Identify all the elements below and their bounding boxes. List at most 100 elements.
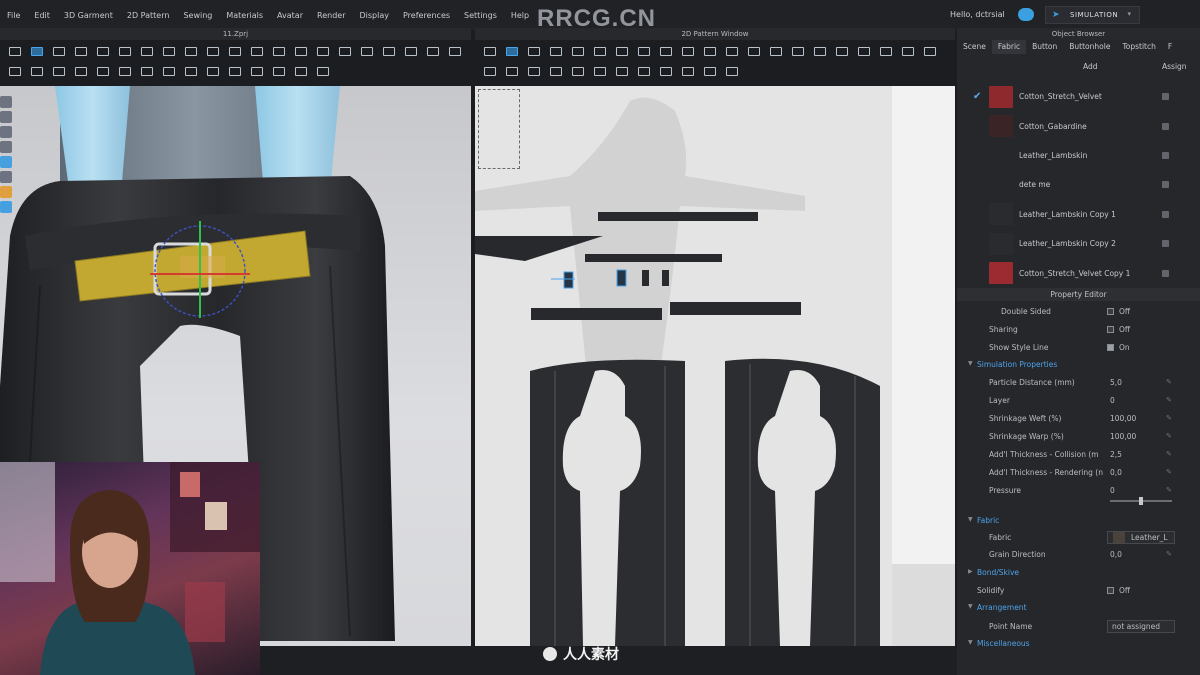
tool-2d-graphic-icon[interactable]: [655, 62, 677, 80]
double-sided-checkbox[interactable]: [1107, 308, 1114, 315]
shrinkage-weft-input[interactable]: 100,00: [1110, 414, 1136, 423]
tool-camera-icon[interactable]: [246, 62, 268, 80]
tool-transform-icon[interactable]: [26, 42, 48, 60]
tool-2d-offset-icon[interactable]: [479, 62, 501, 80]
menu-materials[interactable]: Materials: [219, 11, 270, 20]
tool-trim-icon[interactable]: [422, 42, 444, 60]
tool-2d-trace-icon[interactable]: [677, 42, 699, 60]
fabric-menu-icon[interactable]: [1162, 93, 1169, 101]
tool-2d-text-icon[interactable]: [765, 42, 787, 60]
tool-pen-icon[interactable]: [202, 42, 224, 60]
tool-bond-icon[interactable]: [136, 62, 158, 80]
tool-move-icon[interactable]: [48, 42, 70, 60]
tool-2d-annotation-icon[interactable]: [787, 42, 809, 60]
tab-button[interactable]: Button: [1026, 40, 1063, 54]
tool-2d-rectangle-icon[interactable]: [567, 42, 589, 60]
fabric-menu-icon[interactable]: [1162, 240, 1169, 248]
tool-2d-dart-icon[interactable]: [633, 42, 655, 60]
pattern-mini-toolbar[interactable]: [478, 89, 520, 169]
menu-2d-pattern[interactable]: 2D Pattern: [120, 11, 177, 20]
side-display-icon[interactable]: [0, 96, 12, 108]
simulation-dropdown[interactable]: ➤ SIMULATION ▾: [1045, 6, 1140, 24]
tool-2d-transform-icon[interactable]: [523, 42, 545, 60]
tool-2d-cut-icon[interactable]: [699, 42, 721, 60]
side-measure-icon[interactable]: [0, 141, 12, 153]
menu-render[interactable]: Render: [310, 11, 352, 20]
tool-2d-sew-icon[interactable]: [721, 42, 743, 60]
tool-elastic-icon[interactable]: [114, 62, 136, 80]
tool-sew-icon[interactable]: [70, 62, 92, 80]
fabric-item[interactable]: dete me: [957, 170, 1200, 199]
menu-settings[interactable]: Settings: [457, 11, 504, 20]
tool-2d-fill-icon[interactable]: [831, 42, 853, 60]
pencil-icon[interactable]: ✎: [1166, 396, 1172, 404]
tool-stitch-icon[interactable]: [312, 42, 334, 60]
side-view-icon[interactable]: [0, 111, 12, 123]
tool-2d-unfold-icon[interactable]: [545, 62, 567, 80]
tab-buttonhole[interactable]: Buttonhole: [1063, 40, 1116, 54]
section-bond-skive[interactable]: ▶ Bond/Skive: [957, 565, 1200, 581]
section-arrangement[interactable]: ▼ Arrangement: [957, 600, 1200, 616]
fabric-item[interactable]: Leather_Lambskin Copy 1: [957, 200, 1200, 229]
tool-2d-button-icon[interactable]: [633, 62, 655, 80]
tool-more-icon[interactable]: [312, 62, 334, 80]
user-greeting[interactable]: Hello, dctrsial: [950, 10, 1005, 19]
fabric-menu-icon[interactable]: [1162, 269, 1169, 277]
tool-2d-fold-icon[interactable]: [501, 62, 523, 80]
tool-brush-icon[interactable]: [224, 42, 246, 60]
tool-fit-icon[interactable]: [202, 62, 224, 80]
pattern-canvas[interactable]: [475, 86, 892, 646]
particle-distance-input[interactable]: 5,0: [1110, 378, 1122, 387]
tool-arrange-icon[interactable]: [92, 42, 114, 60]
tool-shape-icon[interactable]: [158, 62, 180, 80]
pencil-icon[interactable]: ✎: [1166, 378, 1172, 386]
tool-2d-edit-icon[interactable]: [501, 42, 523, 60]
section-fabric[interactable]: ▼ Fabric: [957, 513, 1200, 529]
fabric-menu-icon[interactable]: [1162, 210, 1169, 218]
side-stress-icon[interactable]: [0, 201, 12, 213]
tool-2d-more-icon[interactable]: [721, 62, 743, 80]
fabric-menu-icon[interactable]: [1162, 181, 1169, 189]
tool-texture-icon[interactable]: [378, 42, 400, 60]
tab-more[interactable]: F: [1162, 40, 1178, 54]
side-garment-icon[interactable]: [0, 156, 12, 168]
tool-2d-curve-icon[interactable]: [897, 42, 919, 60]
tool-tape-icon[interactable]: [290, 42, 312, 60]
add-fabric-button[interactable]: Add: [1083, 62, 1098, 71]
fabric-item[interactable]: Cotton_Gabardine: [957, 111, 1200, 140]
fabric-item[interactable]: Leather_Lambskin: [957, 141, 1200, 170]
thickness-rendering-input[interactable]: 0,0: [1110, 468, 1122, 477]
tool-fold-icon[interactable]: [70, 42, 92, 60]
pressure-slider-handle[interactable]: [1139, 497, 1143, 505]
menu-help[interactable]: Help: [504, 11, 536, 20]
fabric-item[interactable]: Cotton_Stretch_Velvet Copy 1: [957, 258, 1200, 287]
tool-avatar-icon[interactable]: [356, 42, 378, 60]
tool-steam-icon[interactable]: [180, 42, 202, 60]
tool-2d-stitch-icon[interactable]: [677, 62, 699, 80]
fabric-menu-icon[interactable]: [1162, 122, 1169, 130]
side-light-icon[interactable]: [0, 186, 12, 198]
tool-2d-pin-icon[interactable]: [875, 42, 897, 60]
assign-fabric-button[interactable]: Assign: [1162, 62, 1187, 71]
pressure-input[interactable]: 0: [1110, 486, 1115, 495]
grain-direction-input[interactable]: 0,0: [1110, 550, 1122, 559]
tool-walk-icon[interactable]: [444, 42, 466, 60]
tab-topstitch[interactable]: Topstitch: [1116, 40, 1161, 54]
tool-arrow-icon[interactable]: [4, 62, 26, 80]
tool-button-icon[interactable]: [246, 42, 268, 60]
tab-fabric[interactable]: Fabric: [991, 40, 1027, 54]
layer-input[interactable]: 0: [1110, 396, 1115, 405]
tool-shirring-icon[interactable]: [180, 62, 202, 80]
menu-edit[interactable]: Edit: [27, 11, 57, 20]
pencil-icon[interactable]: ✎: [1166, 486, 1172, 494]
tool-2d-ruler-icon[interactable]: [853, 42, 875, 60]
shrinkage-warp-input[interactable]: 100,00: [1110, 432, 1136, 441]
show-style-line-checkbox[interactable]: [1107, 344, 1114, 351]
tool-pin-icon[interactable]: [114, 42, 136, 60]
tool-2d-notch-icon[interactable]: [655, 42, 677, 60]
tool-free-sew-icon[interactable]: [92, 62, 114, 80]
side-texture-icon[interactable]: [0, 171, 12, 183]
menu-file[interactable]: File: [0, 11, 27, 20]
pencil-icon[interactable]: ✎: [1166, 450, 1172, 458]
section-miscellaneous[interactable]: ▼ Miscellaneous: [957, 636, 1200, 652]
